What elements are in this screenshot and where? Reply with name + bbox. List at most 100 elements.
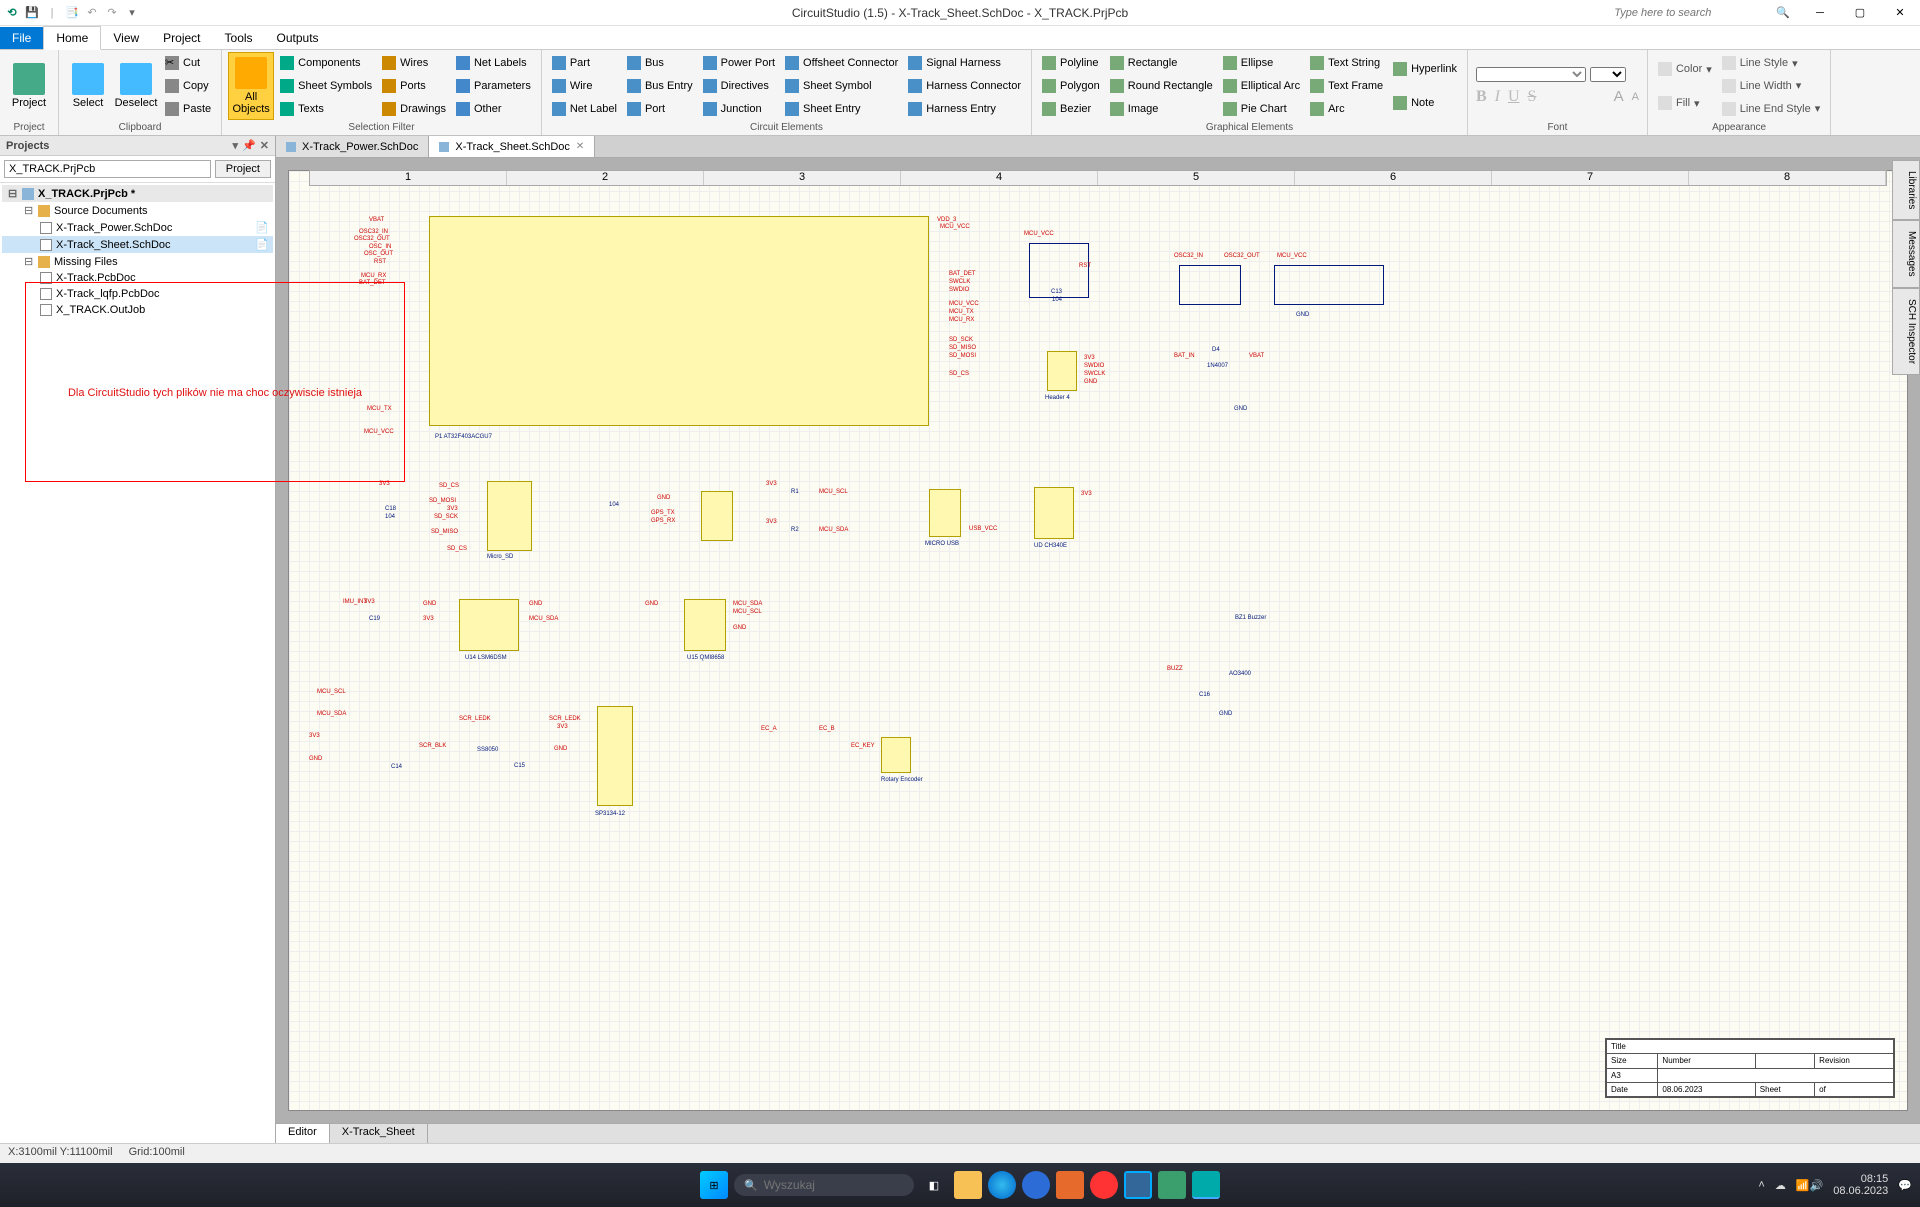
font-shrink-icon[interactable]: A xyxy=(1632,91,1639,103)
filter-components[interactable]: Components xyxy=(276,54,376,72)
side-tab-libraries[interactable]: Libraries xyxy=(1892,160,1920,220)
cut-button[interactable]: ✂Cut xyxy=(161,54,215,72)
tab-home[interactable]: Home xyxy=(43,26,101,50)
schematic-block-display[interactable] xyxy=(597,706,633,806)
tab-close-icon[interactable]: ✕ xyxy=(576,141,584,152)
start-button[interactable]: ⊞ xyxy=(700,1171,728,1199)
schematic-block-qmi[interactable] xyxy=(684,599,726,651)
taskbar-app-3[interactable] xyxy=(1090,1171,1118,1199)
polyline-button[interactable]: Polyline xyxy=(1038,54,1104,72)
font-family-select[interactable] xyxy=(1476,67,1586,82)
power-port-button[interactable]: Power Port xyxy=(699,54,779,72)
sheet-entry-button[interactable]: Sheet Entry xyxy=(781,100,902,118)
fill-button[interactable]: Fill ▾ xyxy=(1654,94,1716,112)
port-button[interactable]: Port xyxy=(623,100,697,118)
tray-chevron-icon[interactable]: ˄ xyxy=(1758,1179,1764,1191)
tree-file[interactable]: X-Track.PcbDoc xyxy=(2,270,273,286)
schematic-block-ch340[interactable] xyxy=(1034,487,1074,539)
doctab-sheet[interactable]: X-Track_Sheet.SchDoc✕ xyxy=(429,136,595,157)
filter-parameters[interactable]: Parameters xyxy=(452,77,535,95)
strike-button[interactable]: S xyxy=(1528,88,1537,106)
line-style-button[interactable]: Line Style ▾ xyxy=(1718,54,1824,72)
junction-button[interactable]: Junction xyxy=(699,100,779,118)
select-button[interactable]: Select xyxy=(65,52,111,120)
close-icon[interactable]: ✕ xyxy=(1880,0,1920,26)
project-button[interactable]: Project xyxy=(6,52,52,120)
tree-folder-missing[interactable]: ⊟Missing Files xyxy=(2,253,273,270)
rectangle-button[interactable]: Rectangle xyxy=(1106,54,1217,72)
tree-folder-source[interactable]: ⊟Source Documents xyxy=(2,202,273,219)
taskbar-app-2[interactable] xyxy=(1056,1171,1084,1199)
filter-net-labels[interactable]: Net Labels xyxy=(452,54,535,72)
side-tab-messages[interactable]: Messages xyxy=(1892,220,1920,288)
panel-pin-icon[interactable]: 📌 xyxy=(242,139,256,152)
tray-cloud-icon[interactable]: ☁ xyxy=(1775,1179,1786,1192)
tab-view[interactable]: View xyxy=(101,27,151,49)
tray-notification-icon[interactable]: 💬 xyxy=(1898,1179,1912,1192)
taskbar-clock[interactable]: 08:15 08.06.2023 xyxy=(1833,1173,1888,1197)
filter-texts[interactable]: Texts xyxy=(276,100,376,118)
ellipse-button[interactable]: Ellipse xyxy=(1219,54,1304,72)
image-button[interactable]: Image xyxy=(1106,100,1217,118)
explorer-icon[interactable] xyxy=(954,1171,982,1199)
filter-wires[interactable]: Wires xyxy=(378,54,450,72)
line-end-button[interactable]: Line End Style ▾ xyxy=(1718,100,1824,118)
tab-project[interactable]: Project xyxy=(151,27,212,49)
harness-entry-button[interactable]: Harness Entry xyxy=(904,100,1025,118)
maximize-icon[interactable]: ▢ xyxy=(1840,0,1880,26)
filter-other[interactable]: Other xyxy=(452,100,535,118)
copy-button[interactable]: Copy xyxy=(161,77,215,95)
tree-root[interactable]: ⊟X_TRACK.PrjPcb * xyxy=(2,185,273,202)
bold-button[interactable]: B xyxy=(1476,88,1487,106)
minimize-icon[interactable]: ─ xyxy=(1800,0,1840,26)
taskbar-search[interactable]: 🔍 xyxy=(734,1174,914,1196)
all-objects-button[interactable]: All Objects xyxy=(228,52,274,120)
filter-drawings[interactable]: Drawings xyxy=(378,100,450,118)
text-string-button[interactable]: Text String xyxy=(1306,54,1387,72)
tray-wifi-icon[interactable]: 📶🔊 xyxy=(1796,1179,1823,1192)
note-button[interactable]: Note xyxy=(1389,94,1461,112)
tab-tools[interactable]: Tools xyxy=(213,27,265,49)
schematic-block-encoder[interactable] xyxy=(881,737,911,773)
sheet-symbol-button[interactable]: Sheet Symbol xyxy=(781,77,902,95)
font-size-select[interactable] xyxy=(1590,67,1626,82)
search-icon[interactable]: 🔍 xyxy=(1776,6,1790,19)
directives-button[interactable]: Directives xyxy=(699,77,779,95)
color-button[interactable]: Color ▾ xyxy=(1654,60,1716,78)
taskbar-app-circuitstudio[interactable] xyxy=(1192,1171,1220,1199)
schematic-block-sd[interactable] xyxy=(487,481,532,551)
project-button-panel[interactable]: Project xyxy=(215,160,271,178)
offsheet-connector-button[interactable]: Offsheet Connector xyxy=(781,54,902,72)
qat-redo-icon[interactable]: ↷ xyxy=(104,5,120,21)
tab-file[interactable]: File xyxy=(0,27,43,49)
schematic-block-header4[interactable] xyxy=(1047,351,1077,391)
underline-button[interactable]: U xyxy=(1508,88,1520,106)
wire-button[interactable]: Wire xyxy=(548,77,621,95)
taskbar-app-5[interactable] xyxy=(1158,1171,1186,1199)
panel-close-icon[interactable]: ✕ xyxy=(260,139,269,152)
tree-file[interactable]: X-Track_Power.SchDoc📄 xyxy=(2,219,273,236)
hyperlink-button[interactable]: Hyperlink xyxy=(1389,60,1461,78)
paste-button[interactable]: Paste xyxy=(161,100,215,118)
schematic-block-usb[interactable] xyxy=(929,489,961,537)
text-frame-button[interactable]: Text Frame xyxy=(1306,77,1387,95)
bus-entry-button[interactable]: Bus Entry xyxy=(623,77,697,95)
tree-file-active[interactable]: X-Track_Sheet.SchDoc📄 xyxy=(2,236,273,253)
project-path-input[interactable] xyxy=(4,160,211,178)
tree-file[interactable]: X_TRACK.OutJob xyxy=(2,302,273,318)
line-width-button[interactable]: Line Width ▾ xyxy=(1718,77,1824,95)
tree-file[interactable]: X-Track_lqfp.PcbDoc xyxy=(2,286,273,302)
arc-button[interactable]: Arc xyxy=(1306,100,1387,118)
polygon-button[interactable]: Polygon xyxy=(1038,77,1104,95)
qat-save-icon[interactable]: 💾 xyxy=(24,5,40,21)
signal-harness-button[interactable]: Signal Harness xyxy=(904,54,1025,72)
panel-menu-icon[interactable]: ▾ xyxy=(233,139,239,152)
taskbar-app-1[interactable] xyxy=(1022,1171,1050,1199)
bottom-tab-editor[interactable]: Editor xyxy=(276,1124,330,1143)
taskbar-app-4[interactable] xyxy=(1124,1171,1152,1199)
part-button[interactable]: Part xyxy=(548,54,621,72)
qat-saveall-icon[interactable]: 📑 xyxy=(64,5,80,21)
tab-outputs[interactable]: Outputs xyxy=(265,27,331,49)
pie-chart-button[interactable]: Pie Chart xyxy=(1219,100,1304,118)
task-view-icon[interactable]: ◧ xyxy=(920,1171,948,1199)
